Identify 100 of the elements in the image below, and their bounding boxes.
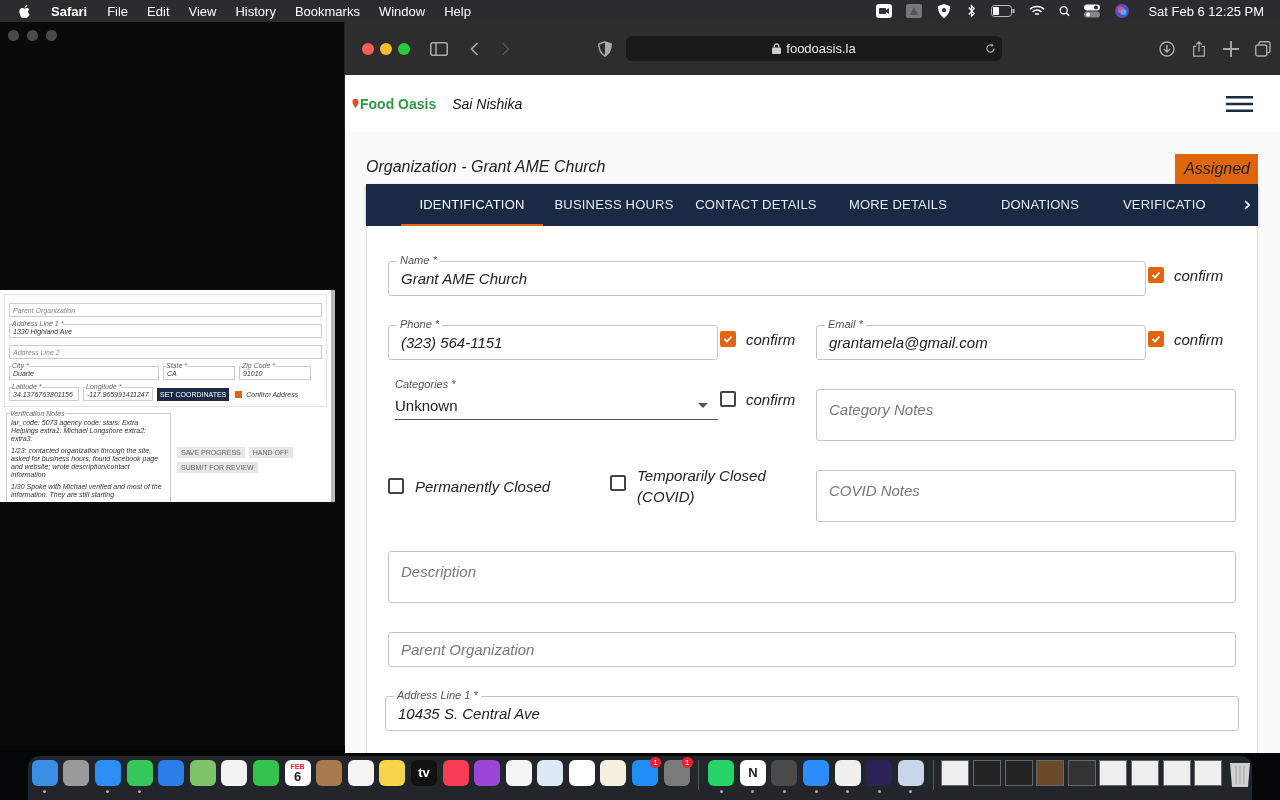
status-badge: Assigned bbox=[1175, 154, 1258, 184]
menu-item[interactable]: Help bbox=[444, 3, 471, 19]
page-title: Organization - Grant AME Church bbox=[366, 158, 606, 177]
share-icon[interactable] bbox=[1190, 40, 1208, 57]
window-thumbnail[interactable] bbox=[1162, 760, 1191, 786]
app-icon[interactable]: N bbox=[739, 760, 766, 786]
window-thumbnail[interactable] bbox=[1131, 760, 1159, 786]
tab[interactable]: MORE DETAILS bbox=[827, 184, 969, 226]
toggles-icon[interactable] bbox=[1084, 4, 1101, 18]
window-thumbnail[interactable] bbox=[973, 760, 1001, 786]
sidebar-icon[interactable] bbox=[430, 40, 448, 57]
clock[interactable]: Sat Feb 6 12:25 PM bbox=[1148, 3, 1264, 19]
shield-icon[interactable] bbox=[936, 4, 953, 18]
download-icon[interactable] bbox=[1158, 40, 1176, 57]
address-bar[interactable]: foodoasis.la bbox=[626, 36, 1002, 61]
trash-icon[interactable] bbox=[1227, 760, 1252, 788]
check-icon bbox=[722, 333, 734, 345]
app-icon[interactable] bbox=[379, 760, 406, 786]
window-thumbnail[interactable] bbox=[1036, 760, 1065, 786]
scrollbar[interactable] bbox=[331, 290, 335, 502]
window-thumbnail[interactable] bbox=[941, 760, 970, 786]
menu-item[interactable]: View bbox=[188, 3, 217, 19]
notification-badge: 1 bbox=[681, 757, 693, 768]
field-label: Categories * bbox=[395, 378, 457, 390]
window-thumbnail[interactable] bbox=[1099, 760, 1128, 786]
checkbox[interactable] bbox=[388, 478, 404, 494]
zoom-button[interactable] bbox=[398, 42, 410, 55]
category-notes-field[interactable]: Category Notes bbox=[816, 389, 1236, 441]
pin-icon bbox=[352, 98, 359, 109]
search-icon[interactable] bbox=[1059, 4, 1071, 18]
checkbox[interactable] bbox=[610, 475, 627, 491]
check-icon bbox=[1150, 269, 1162, 281]
bluetooth-icon[interactable] bbox=[966, 4, 978, 18]
close-button[interactable] bbox=[362, 42, 374, 55]
apple-icon[interactable] bbox=[18, 3, 31, 19]
menu-icon[interactable] bbox=[1226, 94, 1253, 113]
tab[interactable]: VERIFICATIO bbox=[1111, 184, 1213, 226]
covid-notes-field[interactable]: COVID Notes bbox=[816, 470, 1236, 522]
checkbox-label: confirm bbox=[746, 390, 796, 408]
checkbox-label: confirm bbox=[1174, 330, 1224, 348]
plus-icon[interactable] bbox=[1222, 40, 1240, 57]
app-icon[interactable]: 1 bbox=[663, 760, 690, 786]
field-label: Phone * bbox=[397, 318, 443, 331]
app-icon[interactable]: tv bbox=[410, 760, 437, 786]
categories-select[interactable]: Unknown bbox=[395, 397, 718, 420]
app-icon[interactable] bbox=[708, 760, 735, 786]
parent-organization-field[interactable]: Parent Organization bbox=[388, 632, 1236, 667]
app-icon[interactable] bbox=[347, 760, 374, 786]
menu-item[interactable]: Edit bbox=[147, 3, 170, 19]
caret-icon bbox=[698, 403, 708, 408]
app-icon[interactable] bbox=[252, 760, 279, 786]
reload-icon[interactable] bbox=[985, 43, 996, 54]
app-icon[interactable]: 1 bbox=[632, 760, 659, 786]
app-icon[interactable] bbox=[600, 760, 627, 786]
app-menu[interactable]: Safari bbox=[51, 3, 88, 19]
tab[interactable]: DONATIONS bbox=[969, 184, 1111, 226]
shield-icon[interactable] bbox=[598, 40, 612, 57]
checkbox[interactable] bbox=[1148, 331, 1164, 347]
checkbox[interactable] bbox=[235, 390, 243, 398]
notes-field[interactable] bbox=[6, 413, 171, 502]
user-name: Sai Nishika bbox=[452, 95, 523, 112]
notification-badge: 1 bbox=[650, 757, 662, 768]
checkbox[interactable] bbox=[1148, 267, 1164, 283]
site-logo[interactable]: Food Oasis bbox=[360, 95, 437, 112]
siri-icon[interactable] bbox=[1114, 4, 1131, 18]
window-thumbnail[interactable] bbox=[1067, 760, 1096, 786]
lock-icon bbox=[772, 43, 782, 54]
battery-icon[interactable] bbox=[991, 5, 1016, 17]
wifi-icon[interactable] bbox=[1029, 4, 1046, 18]
checkbox-label: Permanently Closed bbox=[415, 477, 551, 495]
app-icon[interactable] bbox=[568, 760, 595, 786]
checkbox[interactable] bbox=[720, 391, 736, 407]
menu-item[interactable]: Bookmarks bbox=[294, 3, 360, 19]
tab[interactable]: BUSINESS HOURS bbox=[543, 184, 685, 226]
field-label: Address Line 1 * bbox=[394, 689, 481, 702]
checkbox-label: Temporarily Closed (COVID) bbox=[637, 466, 767, 507]
menu-item[interactable]: History bbox=[235, 3, 276, 19]
app-icon[interactable] bbox=[126, 760, 153, 786]
app-icon[interactable] bbox=[221, 760, 248, 786]
check-icon bbox=[1150, 333, 1162, 345]
checkbox[interactable] bbox=[720, 331, 736, 347]
window-thumbnail[interactable] bbox=[1194, 760, 1223, 786]
menu-item[interactable]: Window bbox=[378, 3, 426, 19]
back-icon[interactable] bbox=[470, 41, 479, 56]
app-icon[interactable] bbox=[897, 760, 924, 786]
minimize-button[interactable] bbox=[380, 42, 392, 55]
window-thumbnail[interactable] bbox=[1004, 760, 1033, 786]
app-icon[interactable] bbox=[537, 760, 564, 786]
description-field[interactable]: Description bbox=[388, 551, 1236, 603]
checkbox-label: confirm bbox=[746, 330, 796, 348]
camera-icon[interactable] bbox=[876, 4, 893, 18]
app-icon[interactable] bbox=[834, 760, 861, 786]
tab[interactable]: CONTACT DETAILS bbox=[685, 184, 827, 226]
app-icon[interactable] bbox=[189, 760, 216, 786]
field-label: Email * bbox=[825, 318, 866, 331]
chevron-right-icon[interactable] bbox=[1244, 200, 1250, 210]
tabs-icon[interactable] bbox=[1254, 40, 1272, 57]
menu-item[interactable]: File bbox=[107, 3, 129, 19]
app-icon[interactable] bbox=[505, 760, 532, 786]
checkbox-label: confirm bbox=[1174, 266, 1224, 284]
